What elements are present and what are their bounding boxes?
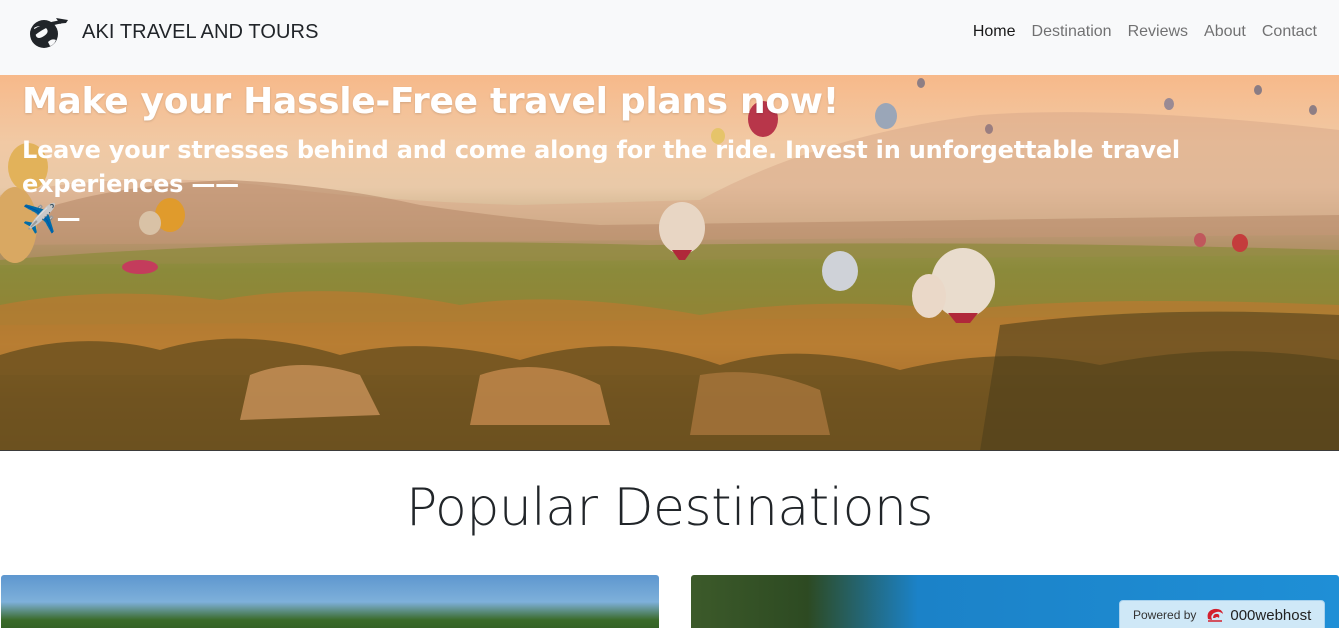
brand-name: AKI TRAVEL AND TOURS — [82, 20, 319, 43]
brand[interactable]: AKI TRAVEL AND TOURS — [26, 14, 319, 50]
nav-about[interactable]: About — [1196, 22, 1254, 42]
section-title: Popular Destinations — [406, 478, 934, 538]
nav-links: Home Destination Reviews About Contact — [965, 22, 1325, 42]
hero-title: Make your Hassle-Free travel plans now! — [22, 81, 839, 122]
nav-destination[interactable]: Destination — [1024, 22, 1120, 42]
nav-home[interactable]: Home — [965, 22, 1024, 42]
nav-reviews[interactable]: Reviews — [1120, 22, 1196, 42]
navbar: AKI TRAVEL AND TOURS Home Destination Re… — [0, 0, 1339, 75]
hero-subtitle-tail: — — [56, 204, 81, 232]
hero-banner: Make your Hassle-Free travel plans now! … — [0, 75, 1339, 451]
powered-by-badge[interactable]: Powered by 000webhost — [1119, 600, 1325, 628]
airplane-icon: ✈️ — [22, 202, 57, 235]
hero-background-image — [0, 78, 1339, 450]
hero-subtitle: Leave your stresses behind and come alon… — [22, 133, 1322, 236]
powered-by-label: Powered by — [1133, 608, 1197, 622]
powered-by-brand: 000webhost — [1230, 606, 1312, 624]
destination-card-1[interactable] — [1, 575, 659, 628]
hero-subtitle-text: Leave your stresses behind and come alon… — [22, 136, 1180, 198]
webhost-logo-icon — [1207, 608, 1224, 622]
globe-plane-icon — [30, 18, 68, 48]
nav-contact[interactable]: Contact — [1254, 22, 1325, 42]
